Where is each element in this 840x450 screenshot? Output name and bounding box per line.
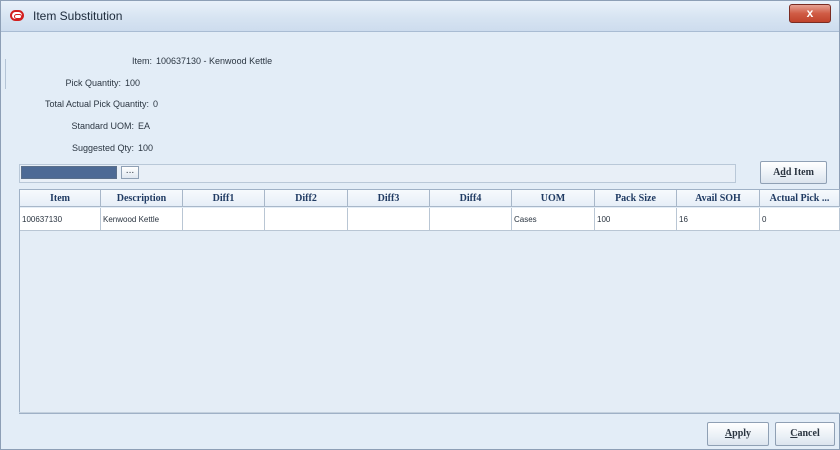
table-cell-avail-soh[interactable]: 16 (677, 208, 760, 231)
cancel-button[interactable]: Cancel (775, 422, 835, 446)
column-header-diff4[interactable]: Diff4 (430, 190, 512, 207)
cancel-mnemonic: C (790, 428, 798, 439)
info-uom-row: Standard UOM: EA (1, 121, 150, 131)
suggested-qty-value: 100 (138, 143, 154, 153)
column-header-item[interactable]: Item (20, 190, 101, 207)
info-total-actual-row: Total Actual Pick Quantity: 0 (1, 99, 158, 109)
standard-uom-value: EA (138, 121, 151, 131)
apply-button[interactable]: Apply (707, 422, 769, 446)
table-cell-actual-pick[interactable]: 0 (760, 208, 840, 231)
item-substitution-dialog: Item Substitution x Item: 100637130 - Ken… (0, 0, 840, 450)
column-header-diff1[interactable]: Diff1 (183, 190, 265, 207)
footer-divider (19, 412, 839, 413)
standard-uom-label: Standard UOM: (71, 121, 134, 131)
close-button[interactable]: x (789, 4, 831, 23)
column-header-uom[interactable]: UOM (512, 190, 595, 207)
column-header-pack-size[interactable]: Pack Size (595, 190, 677, 207)
suggested-qty-label: Suggested Qty: (71, 143, 134, 153)
table-cell-diff4[interactable] (430, 208, 512, 231)
add-item-label-rest: d Item (785, 167, 814, 178)
info-suggested-row: Suggested Qty: 100 (1, 143, 153, 153)
browse-button[interactable]: ... (121, 166, 139, 179)
item-search-input[interactable] (21, 166, 117, 179)
info-pick-qty-row: Pick Quantity: 100 (1, 78, 140, 88)
column-header-diff2[interactable]: Diff2 (265, 190, 348, 207)
add-item-button[interactable]: Add Item (760, 161, 827, 184)
table-cell-pack-size[interactable]: 100 (595, 208, 677, 231)
table-cell-description[interactable]: Kenwood Kettle (101, 208, 183, 231)
item-search-bar: ... (19, 164, 736, 183)
item-value: 100637130 - Kenwood Kettle (156, 56, 273, 66)
column-header-actual-pick[interactable]: Actual Pick ... (760, 190, 840, 207)
substitution-table: Item Description Diff1 Diff2 Diff3 Diff4… (19, 189, 840, 414)
column-header-description[interactable]: Description (101, 190, 183, 207)
column-header-diff3[interactable]: Diff3 (348, 190, 430, 207)
total-actual-pick-value: 0 (153, 99, 159, 109)
table-cell-diff1[interactable] (183, 208, 265, 231)
pick-quantity-value: 100 (125, 78, 141, 88)
apply-label-rest: pply (732, 428, 752, 439)
table-cell-uom[interactable]: Cases (512, 208, 595, 231)
pick-quantity-label: Pick Quantity: (65, 78, 121, 88)
oracle-logo-icon (10, 10, 24, 21)
table-cell-diff3[interactable] (348, 208, 430, 231)
cancel-label-rest: ancel (797, 428, 820, 439)
total-actual-pick-label: Total Actual Pick Quantity: (44, 99, 149, 109)
table-cell-item[interactable]: 100637130 (20, 208, 101, 231)
item-label: Item: (131, 56, 152, 66)
title-bar[interactable]: Item Substitution x (1, 1, 839, 32)
table-cell-diff2[interactable] (265, 208, 348, 231)
info-item-row: Item: 100637130 - Kenwood Kettle (1, 56, 272, 66)
dialog-title: Item Substitution (33, 9, 123, 23)
column-header-avail-soh[interactable]: Avail SOH (677, 190, 760, 207)
